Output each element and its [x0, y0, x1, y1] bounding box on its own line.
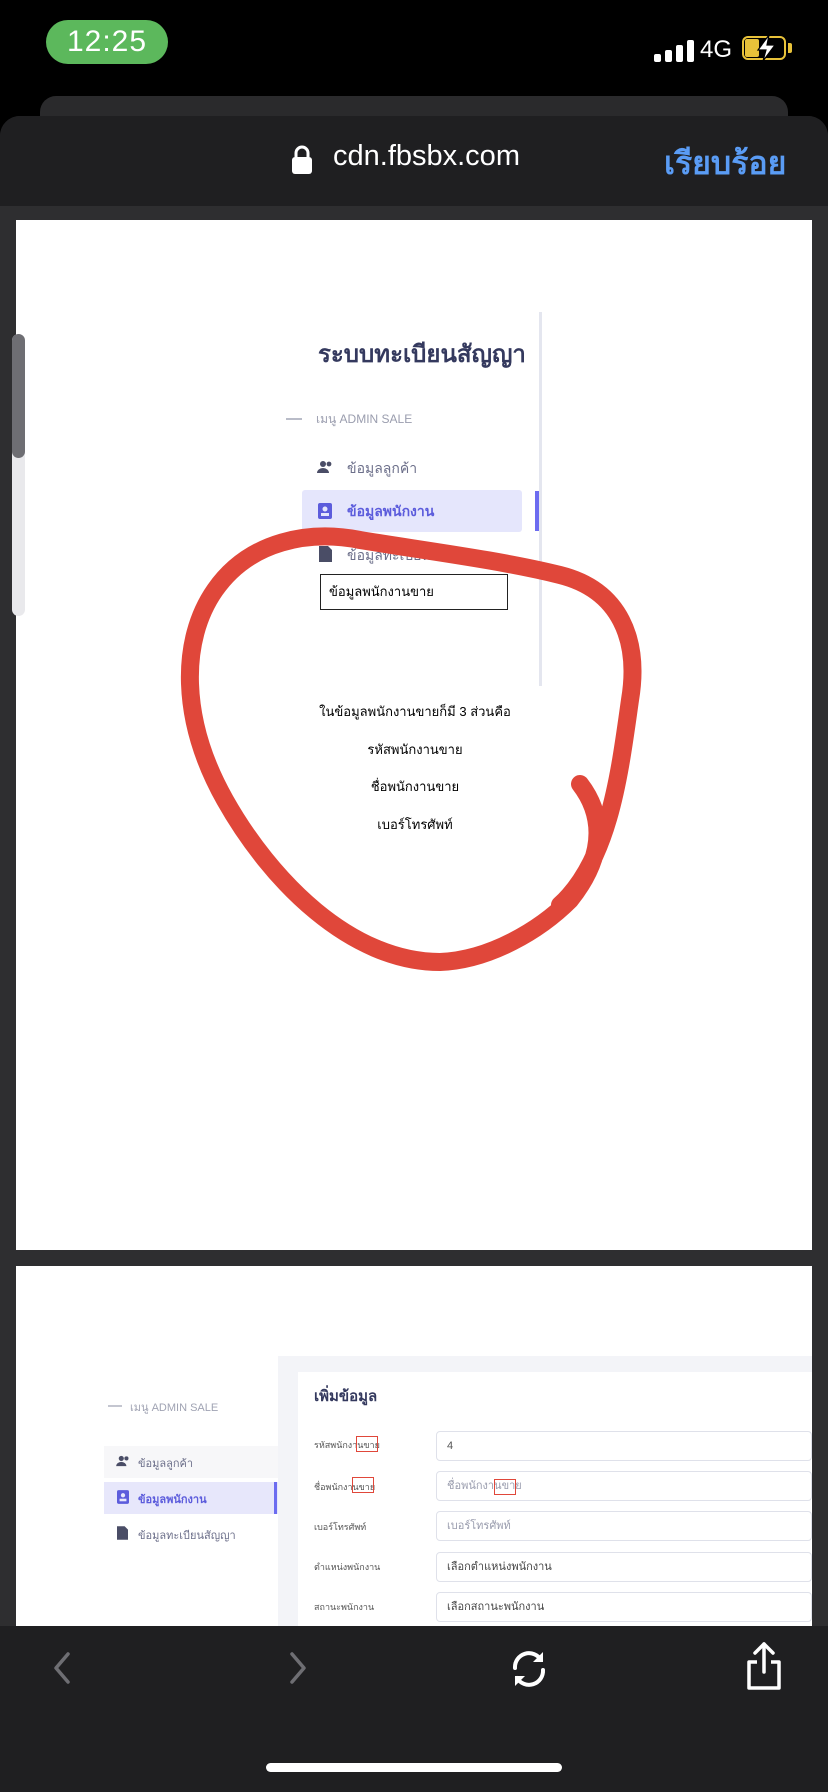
charging-bolt-icon [756, 34, 777, 62]
sidebar-item-registry[interactable]: ข้อมูลทะเบียน [347, 545, 431, 567]
id-card-icon [318, 503, 332, 519]
sidebar-item-customers[interactable]: ข้อมูลลูกค้า [347, 458, 417, 480]
field-label-position: ตำแหน่งพนักงาน [314, 1562, 381, 1572]
phone-input[interactable]: เบอร์โทรศัพท์ [436, 1511, 812, 1541]
back-icon[interactable] [50, 1650, 74, 1686]
form-title: เพิ่มข้อมูล [314, 1388, 378, 1405]
document-icon [117, 1526, 128, 1540]
highlight-box [494, 1479, 516, 1495]
highlight-box [352, 1477, 374, 1493]
sidebar-item-contracts[interactable]: ข้อมูลทะเบียนสัญญา [138, 1526, 236, 1544]
annotation-callout: ข้อมูลพนักงานขาย [320, 574, 508, 610]
document-icon [319, 546, 332, 562]
users-icon [116, 1455, 129, 1467]
position-select[interactable]: เลือกตำแหน่งพนักงาน [436, 1552, 812, 1582]
reload-icon[interactable] [506, 1646, 552, 1692]
url-text[interactable]: cdn.fbsbx.com [333, 140, 520, 173]
note-line-2: รหัสพนักงานขาย [367, 742, 463, 757]
network-label: 4G [700, 36, 733, 63]
forward-icon[interactable] [286, 1650, 310, 1686]
highlight-box [356, 1436, 378, 1452]
menu-header: เมนู ADMIN SALE [130, 1402, 219, 1414]
sidebar-divider [539, 312, 542, 686]
sidebar-item-employees[interactable]: ข้อมูลพนักงาน [347, 501, 434, 523]
menu-header-dash [286, 418, 302, 420]
done-button[interactable]: เรียบร้อย [664, 138, 786, 189]
document-page-2: เมนู ADMIN SALE ข้อมูลลูกค้า ข้อมูลพนักง… [16, 1266, 812, 1626]
active-indicator [535, 491, 539, 531]
employee-id-input[interactable]: 4 [436, 1431, 812, 1461]
employee-name-input[interactable]: ชื่อพนักงานขาย [436, 1471, 812, 1501]
document-page-1 [16, 220, 812, 1250]
sidebar-item-customers[interactable]: ข้อมูลลูกค้า [138, 1454, 193, 1472]
scrollbar-thumb[interactable] [12, 334, 25, 458]
battery-tip [788, 43, 792, 53]
home-indicator[interactable] [266, 1763, 562, 1772]
id-card-icon [117, 1490, 129, 1504]
active-indicator [274, 1482, 277, 1514]
signal-icon [654, 36, 706, 62]
lock-icon [292, 145, 312, 174]
note-line-3: ชื่อพนักงานขาย [370, 779, 460, 794]
users-icon [317, 461, 332, 473]
menu-header: เมนู ADMIN SALE [316, 412, 413, 426]
note-line-1: ในข้อมูลพนักงานขายก็มี 3 ส่วนคือ [319, 704, 511, 719]
sidebar-item-employees[interactable]: ข้อมูลพนักงาน [138, 1490, 207, 1508]
page-title: ระบบทะเบียนสัญญา [318, 341, 526, 368]
note-line-4: เบอร์โทรศัพท์ [377, 817, 453, 832]
field-label-phone: เบอร์โทรศัพท์ [314, 1522, 367, 1532]
menu-header-dash [108, 1405, 122, 1407]
share-icon[interactable] [744, 1640, 784, 1692]
status-select[interactable]: เลือกสถานะพนักงาน [436, 1592, 812, 1622]
status-time: 12:25 [46, 20, 168, 64]
field-label-status: สถานะพนักงาน [314, 1602, 375, 1612]
